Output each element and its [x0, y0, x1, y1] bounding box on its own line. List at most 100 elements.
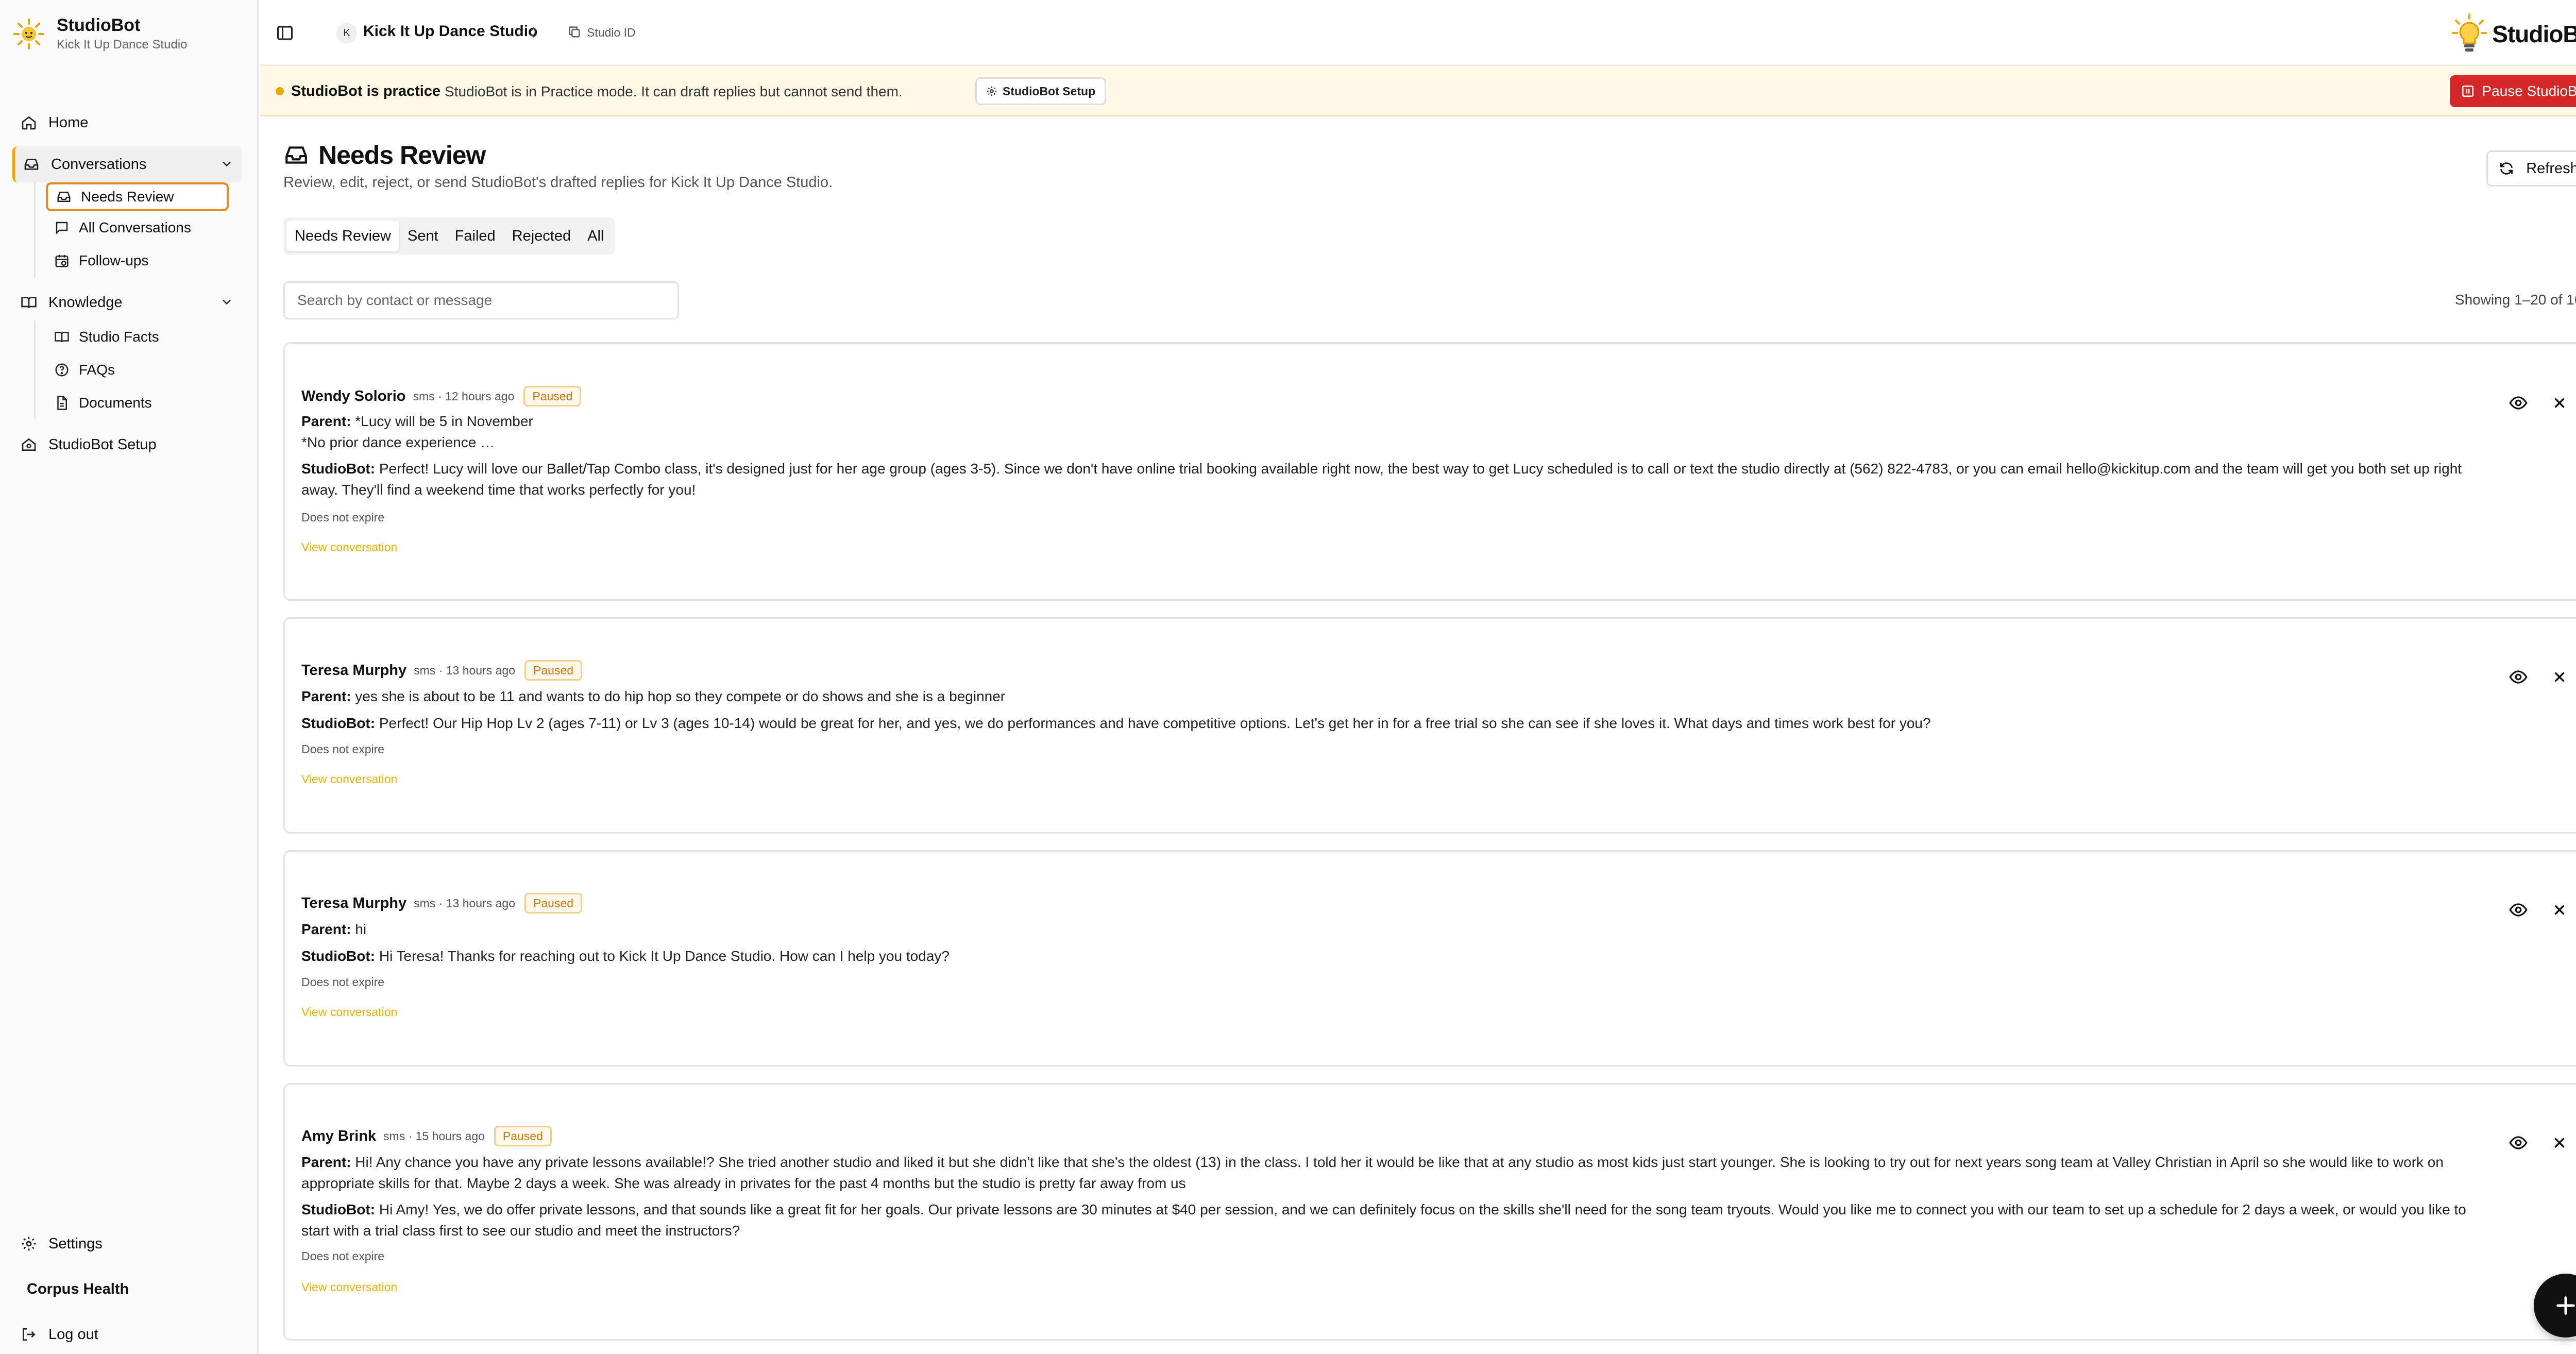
sidebar-item-follow-ups[interactable]: Follow-ups — [46, 244, 242, 277]
sidebar-item-studio-facts[interactable]: Studio Facts — [46, 320, 242, 353]
parent-label: Parent: — [301, 921, 351, 937]
sidebar-toggle-icon[interactable] — [276, 24, 294, 42]
studio-id-button[interactable]: Studio ID — [587, 26, 636, 40]
contact-name: Teresa Murphy — [301, 662, 407, 679]
search-input[interactable] — [283, 281, 679, 319]
parent-label: Parent: — [301, 688, 351, 704]
inbox-icon — [57, 192, 71, 202]
expiry-text: Does not expire — [301, 742, 385, 756]
brand-name: StudioBot — [57, 15, 141, 35]
lightbulb-logo-icon — [2452, 13, 2487, 52]
tab-rejected[interactable]: Rejected — [504, 221, 579, 251]
review-card: Teresa Murphy sms · 13 hours ago Paused … — [283, 850, 2576, 1067]
nav-home[interactable]: Home — [12, 106, 242, 139]
sidebar-item-faqs[interactable]: FAQs — [46, 353, 242, 386]
nav-corpus-health[interactable]: Corpus Health — [12, 1266, 242, 1312]
nav-conversations[interactable]: Conversations — [12, 146, 242, 182]
nav-settings-label: Settings — [48, 1235, 103, 1252]
tab-needs-review[interactable]: Needs Review — [286, 221, 399, 251]
plus-icon — [2556, 1296, 2575, 1315]
parent-label: Parent: — [301, 1154, 351, 1170]
calendar-clock-icon — [55, 255, 69, 267]
chevron-down-icon[interactable] — [219, 295, 234, 309]
channel-time: sms · 15 hours ago — [383, 1129, 485, 1143]
view-conversation-link[interactable]: View conversation — [301, 1005, 397, 1019]
book-icon — [55, 332, 69, 343]
sidebar-item-documents[interactable]: Documents — [46, 386, 242, 419]
expiry-text: Does not expire — [301, 975, 385, 989]
pagination-count: Showing 1–20 of 163 — [2454, 292, 2576, 308]
tab-failed[interactable]: Failed — [447, 221, 504, 251]
nav-conversations-label: Conversations — [51, 156, 147, 173]
eye-icon[interactable] — [2509, 900, 2528, 920]
document-icon — [57, 396, 67, 410]
parent-message: Parent: *Lucy will be 5 in November *No p… — [301, 411, 2482, 453]
brand-studio: Kick It Up Dance Studio — [57, 38, 188, 52]
status-badge: Paused — [524, 660, 583, 681]
status-badge: Paused — [494, 1126, 552, 1146]
card-header: Wendy Solorio sms · 12 hours ago Paused — [301, 386, 582, 407]
chevron-up-down-icon[interactable] — [527, 24, 540, 41]
bot-label: StudioBot: — [301, 1201, 376, 1217]
review-card: Teresa Murphy sms · 13 hours ago Paused … — [283, 617, 2576, 834]
nav-settings[interactable]: Settings — [12, 1221, 242, 1266]
pause-studiobot-button[interactable]: Pause StudioBot — [2450, 75, 2576, 107]
contact-name: Wendy Solorio — [301, 387, 406, 404]
parent-text: hi — [355, 921, 367, 937]
refresh-button[interactable]: Refresh — [2486, 150, 2576, 187]
eye-icon[interactable] — [2509, 667, 2528, 687]
bot-label: StudioBot: — [301, 948, 376, 964]
sidebar-item-label: FAQs — [79, 362, 115, 378]
channel-time: sms · 12 hours ago — [413, 389, 515, 403]
sidebar-item-all-conversations[interactable]: All Conversations — [46, 211, 242, 244]
close-icon[interactable] — [2551, 901, 2568, 919]
nav-knowledge-label: Knowledge — [48, 294, 123, 311]
inbox-icon — [285, 146, 307, 164]
nav-corpus-label: Corpus Health — [27, 1280, 129, 1297]
view-conversation-link[interactable]: View conversation — [301, 1280, 397, 1294]
view-conversation-link[interactable]: View conversation — [301, 540, 397, 554]
refresh-label: Refresh — [2526, 160, 2576, 177]
close-icon[interactable] — [2551, 1134, 2568, 1152]
page-subtitle: Review, edit, reject, or send StudioBot'… — [283, 174, 833, 191]
sidebar-item-needs-review[interactable]: Needs Review — [46, 182, 229, 211]
card-header: Amy Brink sms · 15 hours ago Paused — [301, 1126, 552, 1146]
tab-all[interactable]: All — [579, 221, 612, 251]
practice-mode-banner: StudioBot is practice StudioBot is in Pr… — [260, 66, 2576, 116]
parent-text: yes she is about to be 11 and wants to d… — [355, 688, 1006, 704]
studio-switcher[interactable]: Kick It Up Dance Studio — [363, 23, 537, 40]
bot-reply: StudioBot: Hi Teresa! Thanks for reachin… — [301, 945, 2482, 967]
nav-logout[interactable]: Log out — [12, 1312, 242, 1354]
logout-icon — [23, 1328, 36, 1341]
status-dot — [276, 87, 284, 95]
bot-text: Perfect! Lucy will love our Ballet/Tap C… — [301, 461, 2462, 498]
parent-text-line2: *No prior dance experience … — [301, 434, 495, 450]
parent-text: Hi! Any chance you have any private less… — [301, 1154, 2444, 1191]
eye-icon[interactable] — [2509, 393, 2528, 413]
nav-knowledge[interactable]: Knowledge — [12, 284, 242, 320]
status-badge: Paused — [523, 386, 582, 407]
chevron-down-icon[interactable] — [219, 157, 234, 171]
bot-reply: StudioBot: Perfect! Lucy will love our B… — [301, 458, 2482, 500]
tab-sent[interactable]: Sent — [399, 221, 447, 251]
nav-studiobot-setup[interactable]: StudioBot Setup — [12, 427, 242, 463]
sidebar-item-label: Needs Review — [81, 189, 174, 205]
bot-reply: StudioBot: Perfect! Our Hip Hop Lv 2 (ag… — [301, 713, 2482, 734]
close-icon[interactable] — [2551, 394, 2568, 412]
refresh-icon — [2500, 162, 2513, 175]
copy-icon[interactable] — [567, 25, 582, 39]
sidebar: StudioBot Kick It Up Dance Studio Home C… — [0, 0, 259, 1354]
close-icon[interactable] — [2551, 668, 2568, 686]
studio-avatar[interactable]: K — [336, 23, 357, 43]
knowledge-submenu: Studio Facts FAQs Documents — [34, 320, 242, 419]
studiobot-setup-button[interactable]: StudioBot Setup — [975, 77, 1107, 105]
header-logo-text: StudioBot — [2492, 21, 2576, 47]
sidebar-item-label: All Conversations — [79, 219, 191, 235]
sidebar-item-label: Documents — [79, 395, 152, 411]
eye-icon[interactable] — [2509, 1133, 2528, 1153]
view-conversation-link[interactable]: View conversation — [301, 772, 397, 786]
bot-reply: StudioBot: Hi Amy! Yes, we do offer priv… — [301, 1199, 2482, 1241]
pause-button-label: Pause StudioBot — [2482, 83, 2576, 99]
bot-text: Hi Teresa! Thanks for reaching out to Ki… — [379, 948, 950, 964]
brand[interactable]: StudioBot Kick It Up Dance Studio — [12, 15, 187, 52]
